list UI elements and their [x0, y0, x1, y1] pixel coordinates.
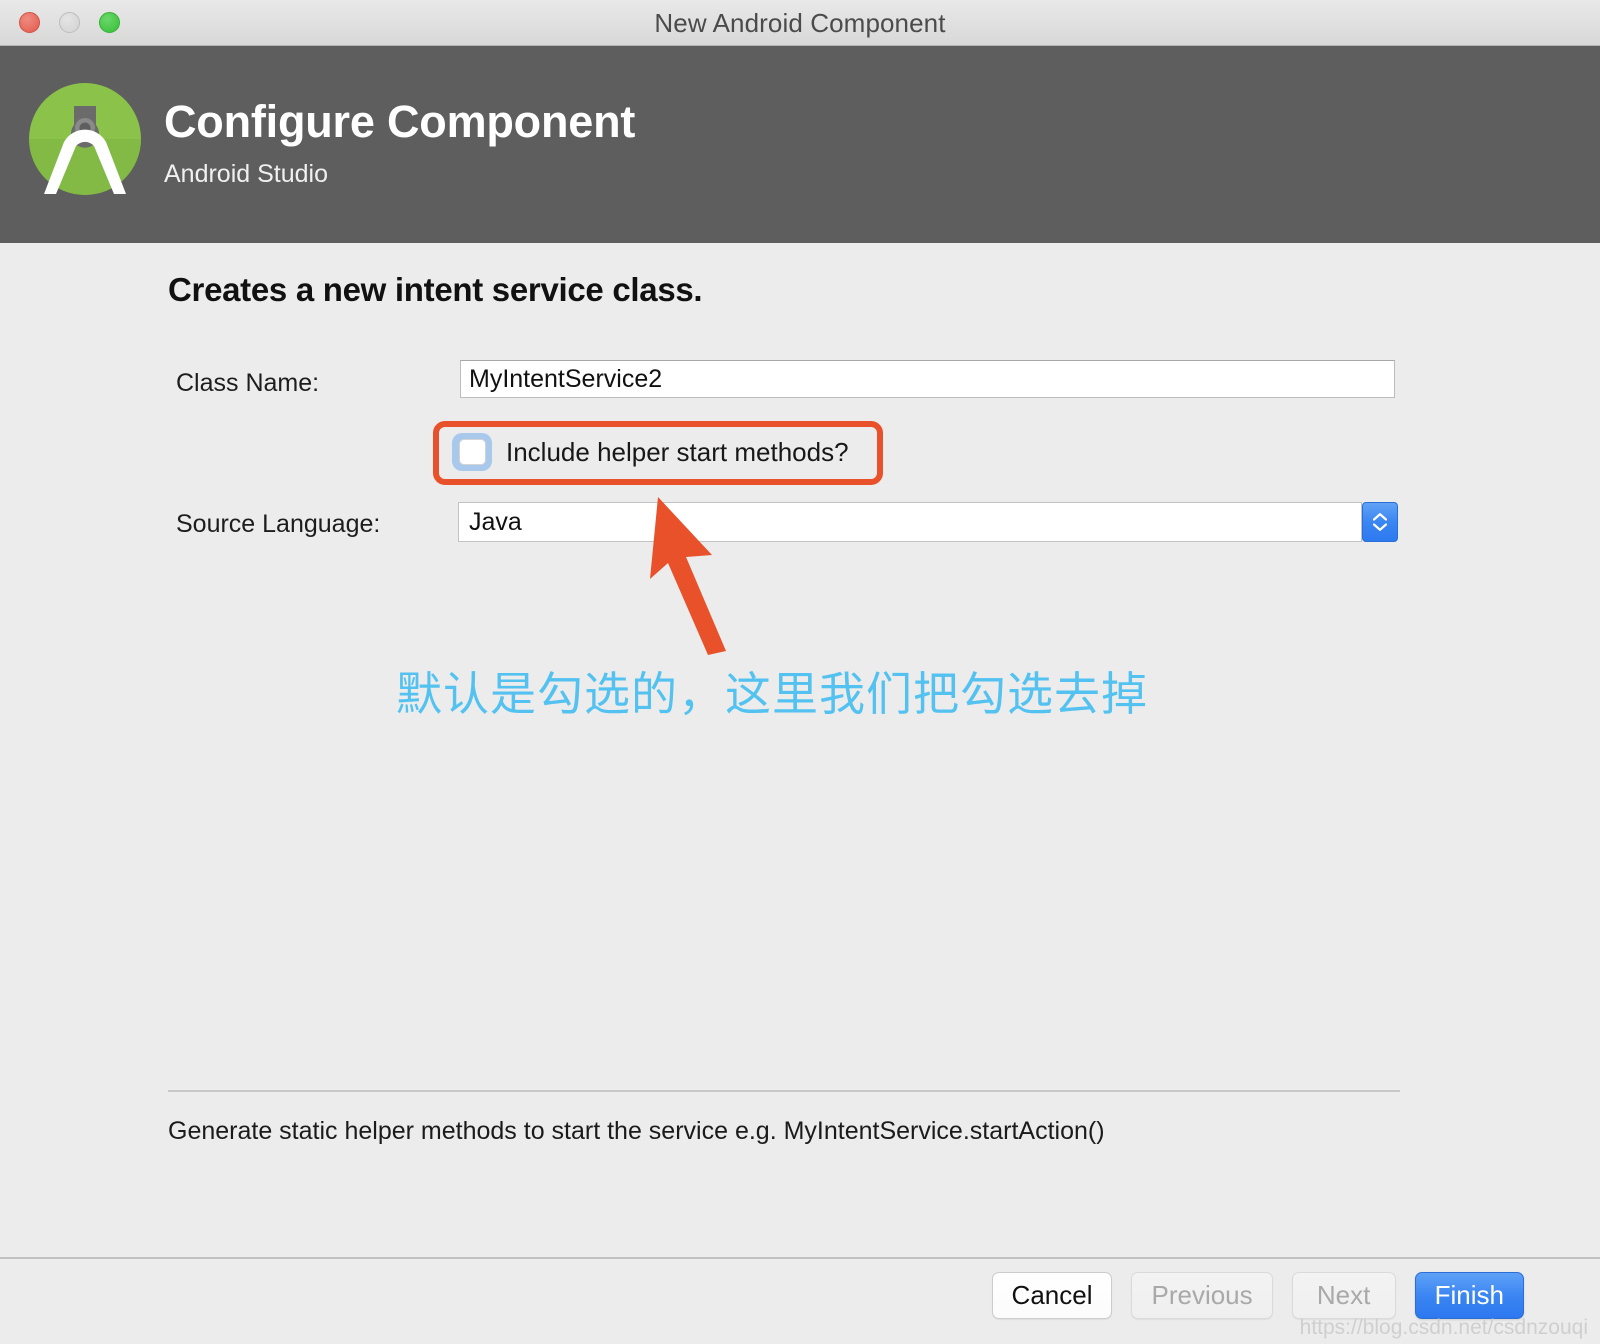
cancel-button[interactable]: Cancel	[991, 1272, 1113, 1319]
android-studio-logo-icon	[22, 76, 148, 202]
watermark-text: https://blog.csdn.net/csdnzouqi	[1299, 1316, 1588, 1339]
description-divider	[168, 1090, 1400, 1092]
wizard-body: Creates a new intent service class. Clas…	[0, 243, 1600, 1257]
field-description: Generate static helper methods to start …	[168, 1117, 1105, 1145]
include-helper-methods-label: Include helper start methods?	[506, 436, 849, 467]
wizard-subtitle: Android Studio	[164, 160, 329, 188]
include-helper-methods-row[interactable]: Include helper start methods?	[452, 433, 849, 471]
chevron-up-down-icon[interactable]	[1362, 502, 1398, 542]
source-language-label: Source Language:	[176, 510, 381, 538]
next-button[interactable]: Next	[1291, 1272, 1396, 1319]
include-helper-methods-checkbox[interactable]	[458, 439, 486, 465]
page-title: Creates a new intent service class.	[168, 271, 703, 308]
annotation-note-text: 默认是勾选的，这里我们把勾选去掉	[396, 667, 1148, 721]
window-title: New Android Component	[654, 8, 946, 38]
dialog-button-bar: Cancel Previous Next Finish	[991, 1272, 1524, 1319]
previous-button[interactable]: Previous	[1131, 1272, 1273, 1319]
source-language-select[interactable]: Java	[458, 502, 1398, 542]
class-name-input[interactable]	[460, 360, 1395, 398]
class-name-label: Class Name:	[176, 369, 320, 397]
title-bar: New Android Component	[0, 0, 1600, 46]
new-android-component-dialog: New Android Component Configure Componen…	[0, 0, 1600, 1344]
checkbox-focus-ring	[452, 433, 492, 471]
finish-button[interactable]: Finish	[1414, 1272, 1524, 1319]
wizard-title: Configure Component	[164, 96, 636, 147]
wizard-header: Configure Component Android Studio	[0, 46, 1600, 243]
source-language-value[interactable]: Java	[458, 502, 1362, 542]
